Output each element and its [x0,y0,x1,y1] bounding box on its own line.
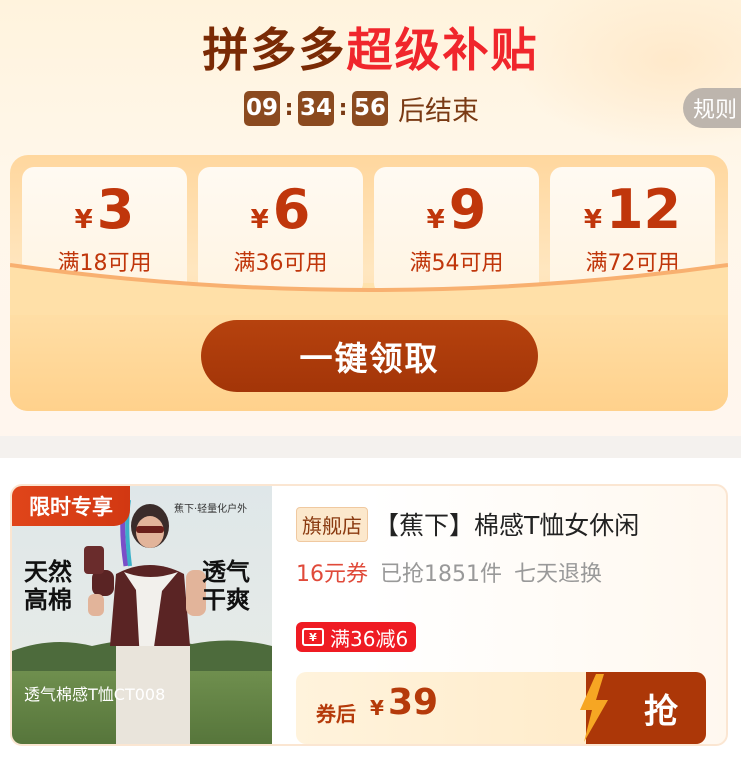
coupon-amount: 6 [272,178,311,241]
coupon-amount: 9 [448,178,487,241]
coupon-divider-arc [10,263,728,315]
countdown-minutes: 34 [298,90,334,126]
price-currency: ¥ [370,696,384,720]
countdown-seconds: 56 [352,90,388,126]
countdown-timer: 09 : 34 : 56 后结束 [244,89,479,127]
coupon-currency: ¥ [583,205,602,235]
claim-all-button[interactable]: 一键领取 [201,320,538,392]
flagship-store-tag: 旗舰店 [296,506,368,542]
countdown-separator: : [338,95,348,121]
subsidy-promo-panel: 拼多多超级补贴 09 : 34 : 56 后结束 规则 ¥3 满18可用 ¥6 … [0,0,741,436]
coupon-currency: ¥ [426,205,445,235]
product-title[interactable]: 【蕉下】棉感T恤女休闲 [374,506,639,542]
coupon-value-text: 16元券 [296,562,368,587]
price-bar[interactable]: 券后 ¥ 39 抢 [296,672,706,744]
image-caption: 透气棉感T恤CT008 [24,685,166,704]
sold-count: 已抢1851件 [380,562,502,587]
countdown-hours: 09 [244,90,280,126]
coupon-amount: 3 [96,178,135,241]
promo-title-brand: 拼多多 [202,23,347,77]
countdown-suffix: 后结束 [398,95,479,127]
coupon-amount: 12 [605,178,682,241]
brand-watermark: 蕉下·轻量化户外 [174,504,248,515]
product-info: 旗舰店 【蕉下】棉感T恤女休闲 16元券 已抢1851件 七天退换 ¥ 满36减6 券… [296,506,716,744]
promo-title: 拼多多超级补贴 [0,14,741,80]
lightning-icon [580,674,608,742]
product-section: 限时专享 蕉下·轻量化户外 天然 高棉 透气 干爽 透气棉感T恤CT008 旗舰… [0,458,741,762]
countdown-separator: : [284,95,294,121]
product-card[interactable]: 限时专享 蕉下·轻量化户外 天然 高棉 透气 干爽 透气棉感T恤CT008 旗舰… [10,484,728,746]
ticket-icon: ¥ [302,628,324,646]
image-tag-breathable: 透气 干爽 [202,558,250,614]
discount-badge: ¥ 满36减6 [296,622,417,652]
price-value: 39 [388,682,439,723]
coupon-panel: ¥3 满18可用 ¥6 满36可用 ¥9 满54可用 ¥12 满72可用 一键领… [10,155,728,411]
rules-button[interactable]: 规则 [683,88,741,128]
price-label: 券后 [316,702,356,726]
return-policy: 七天退换 [514,562,603,587]
promo-title-highlight: 超级补贴 [346,23,539,77]
coupon-currency: ¥ [250,205,269,235]
coupon-currency: ¥ [74,205,93,235]
limited-time-badge: 限时专享 [12,486,130,526]
product-image[interactable]: 限时专享 蕉下·轻量化户外 天然 高棉 透气 干爽 透气棉感T恤CT008 [12,486,272,744]
product-meta: 16元券 已抢1851件 七天退换 [296,556,716,588]
image-tag-cotton: 天然 高棉 [24,558,72,614]
discount-text: 满36减6 [330,626,409,651]
